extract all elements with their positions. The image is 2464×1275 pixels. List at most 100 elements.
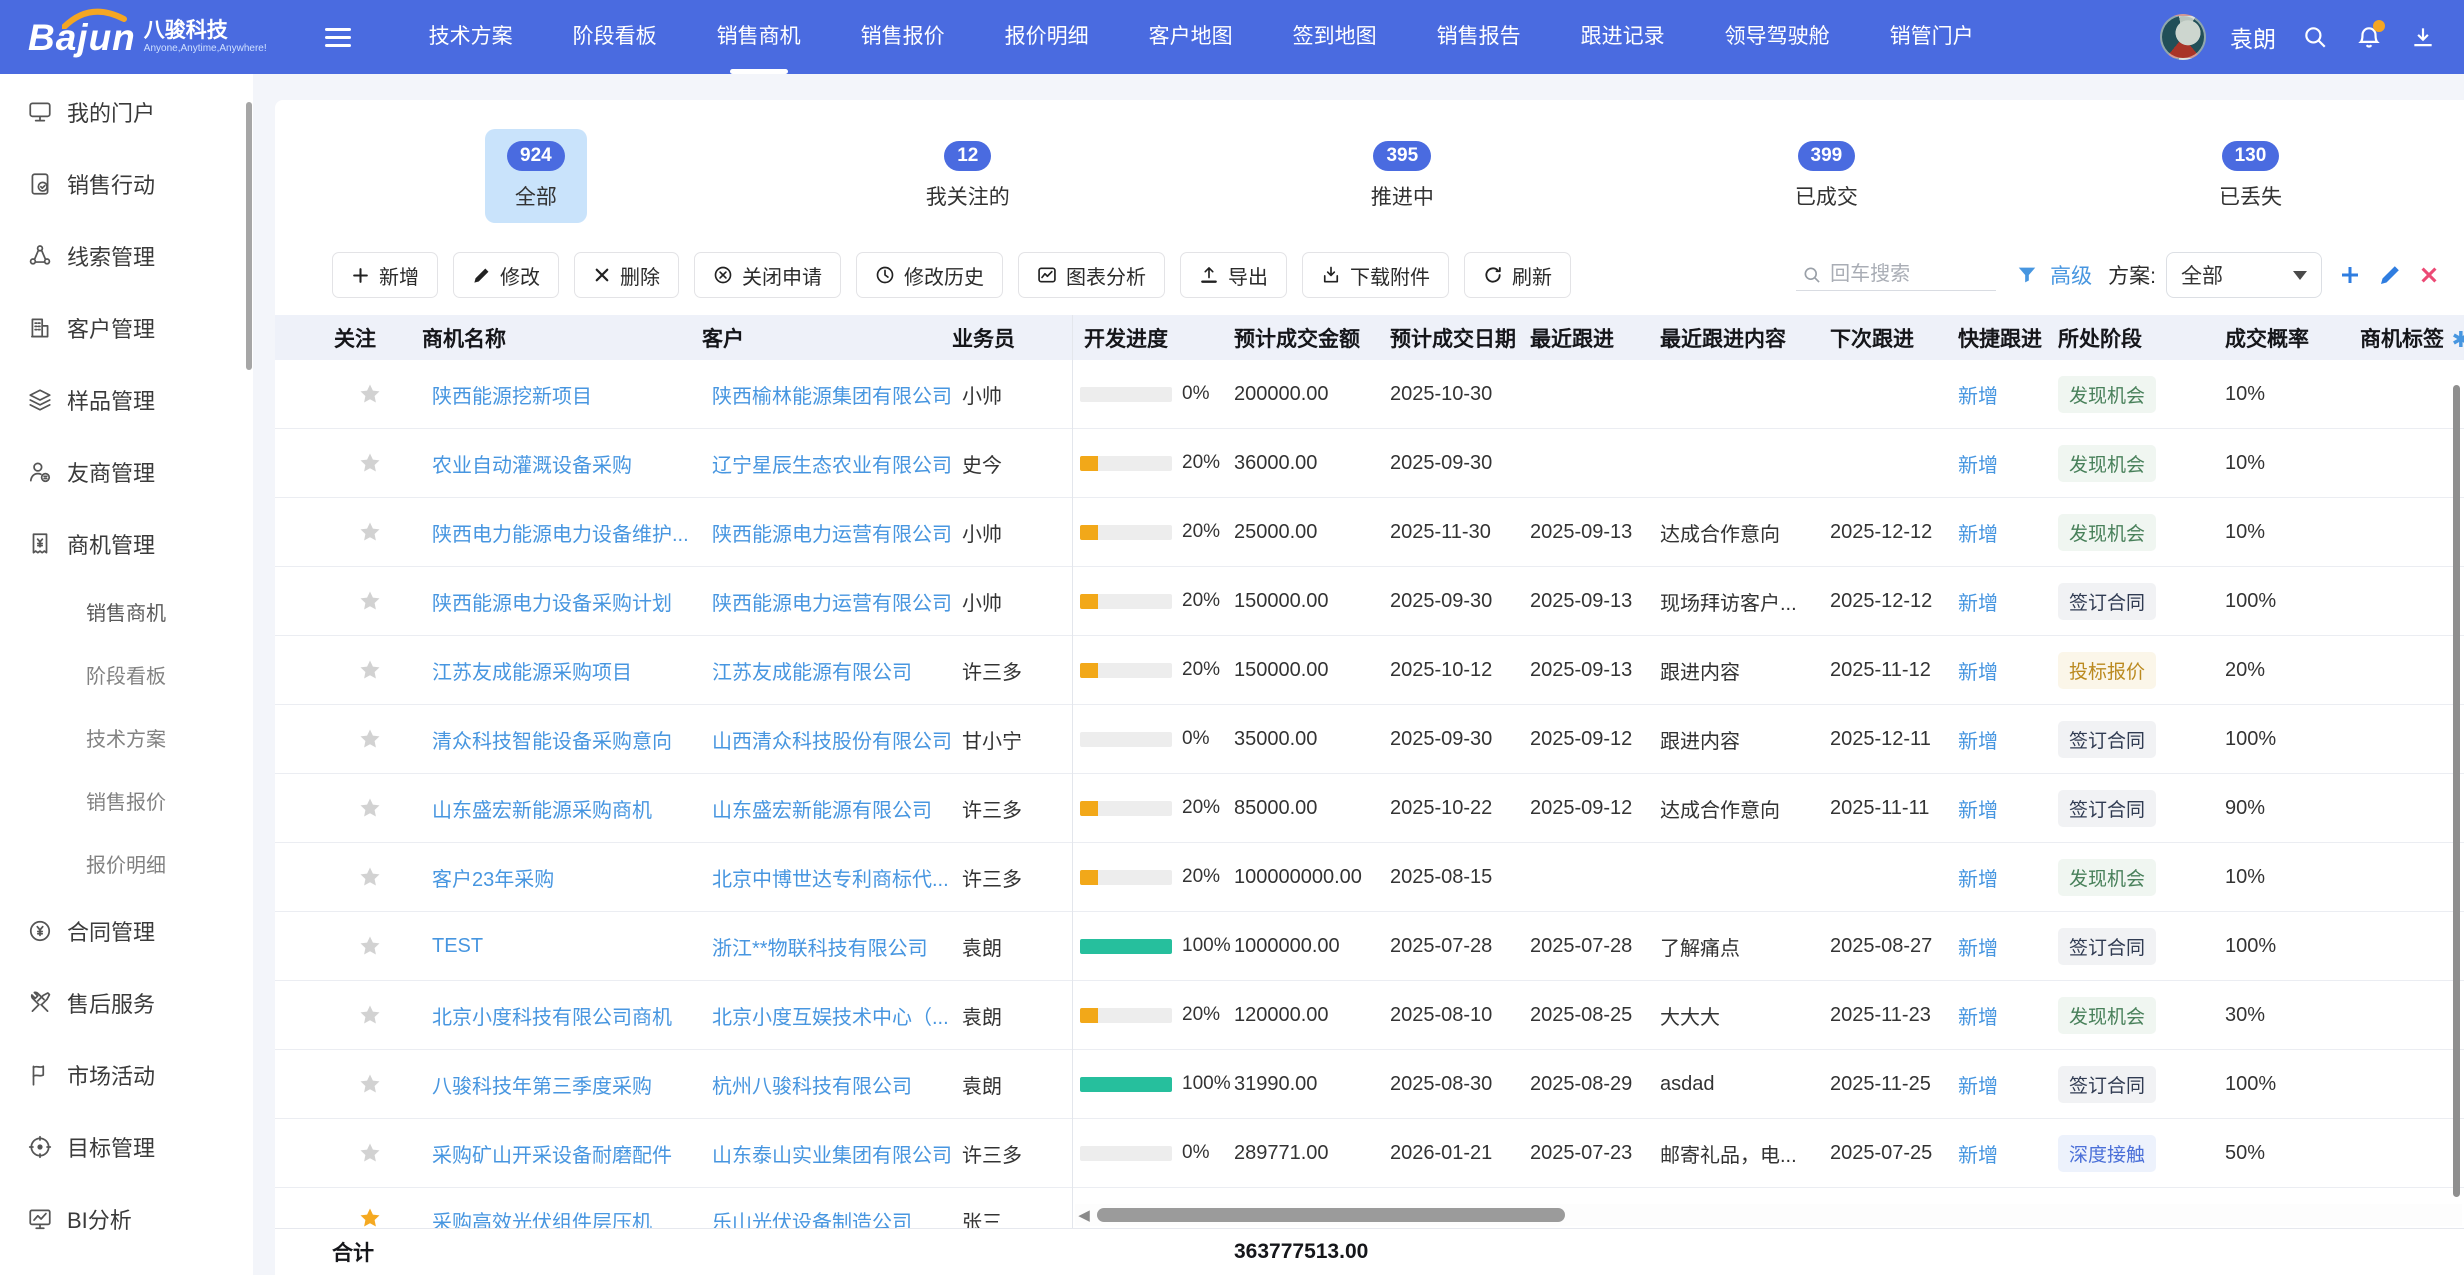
sidebar-subitem[interactable]: 销售商机 — [0, 580, 253, 643]
column-header[interactable]: 业务员 — [950, 323, 1072, 353]
opportunity-name-link[interactable]: 八骏科技年第三季度采购 — [420, 1070, 700, 1099]
nav-tab[interactable]: 技术方案 — [399, 0, 543, 74]
sidebar-item[interactable]: 线索管理 — [0, 220, 253, 292]
quick-follow-add-link[interactable]: 新增 — [1946, 1001, 2046, 1030]
customer-link[interactable]: 浙江**物联科技有限公司 — [700, 932, 950, 961]
star-toggle[interactable] — [332, 451, 420, 475]
notification-bell-icon[interactable] — [2354, 22, 2384, 52]
quick-follow-add-link[interactable]: 新增 — [1946, 1070, 2046, 1099]
sidebar-item[interactable]: 销售行动 — [0, 148, 253, 220]
customer-link[interactable]: 乐山光伏设备制造公司 — [700, 1206, 950, 1228]
opportunity-name-link[interactable]: 北京小度科技有限公司商机 — [420, 1001, 700, 1030]
table-row[interactable]: TEST 浙江**物联科技有限公司 袁朗 100% 1000000.00 202… — [275, 912, 2464, 981]
opportunity-name-link[interactable]: 农业自动灌溉设备采购 — [420, 449, 700, 478]
add-scheme-button[interactable] — [2338, 263, 2362, 287]
column-header[interactable]: 成交概率 — [2213, 323, 2348, 353]
customer-link[interactable]: 辽宁星辰生态农业有限公司 — [700, 449, 950, 478]
table-row[interactable]: 陕西电力能源电力设备维护... 陕西能源电力运营有限公司 小帅 20% 2500… — [275, 498, 2464, 567]
column-header[interactable]: 最近跟进 — [1518, 323, 1648, 353]
table-row[interactable]: 山东盛宏新能源采购商机 山东盛宏新能源有限公司 许三多 20% 85000.00… — [275, 774, 2464, 843]
opportunity-name-link[interactable]: 客户23年采购 — [420, 863, 700, 892]
nav-tab[interactable]: 客户地图 — [1119, 0, 1263, 74]
opportunity-name-link[interactable]: 陕西能源挖新项目 — [420, 380, 700, 409]
column-header[interactable]: 所处阶段 — [2046, 323, 2213, 353]
column-header[interactable]: 开发进度 — [1072, 323, 1222, 353]
star-toggle[interactable] — [332, 589, 420, 613]
sidebar-item[interactable]: 商机管理 — [0, 508, 253, 580]
quick-follow-add-link[interactable]: 新增 — [1946, 449, 2046, 478]
opportunity-name-link[interactable]: 山东盛宏新能源采购商机 — [420, 794, 700, 823]
sidebar-scrollbar[interactable] — [246, 102, 252, 370]
stat-filter-card[interactable]: 12 我关注的 — [904, 129, 1032, 223]
nav-tab[interactable]: 领导驾驶舱 — [1695, 0, 1860, 74]
sidebar-item[interactable]: 目标管理 — [0, 1111, 253, 1183]
column-settings-icon[interactable]: ✱ — [2452, 327, 2464, 353]
star-toggle[interactable] — [332, 1003, 420, 1027]
sidebar-subitem[interactable]: 报价明细 — [0, 832, 253, 895]
username[interactable]: 袁朗 — [2230, 20, 2276, 54]
customer-link[interactable]: 北京小度互娱技术中心（... — [700, 1001, 950, 1030]
opportunity-name-link[interactable]: 采购矿山开采设备耐磨配件 — [420, 1139, 700, 1168]
stat-filter-card[interactable]: 399 已成交 — [1773, 129, 1880, 223]
customer-link[interactable]: 北京中博世达专利商标代... — [700, 863, 950, 892]
horizontal-scrollbar-thumb[interactable] — [1097, 1208, 1565, 1222]
customer-link[interactable]: 陕西能源电力运营有限公司 — [700, 587, 950, 616]
opportunity-name-link[interactable]: 采购高效光伏组件层压机 — [420, 1206, 700, 1228]
star-toggle[interactable] — [332, 934, 420, 958]
scheme-select[interactable]: 全部 — [2166, 252, 2322, 298]
quick-follow-add-link[interactable]: 新增 — [1946, 380, 2046, 409]
quick-follow-add-link[interactable]: 新增 — [1946, 1139, 2046, 1168]
filter-funnel-icon[interactable] — [2016, 264, 2038, 286]
nav-tab[interactable]: 销售报价 — [831, 0, 975, 74]
toolbar-button[interactable]: 图表分析 — [1018, 252, 1165, 298]
customer-link[interactable]: 山西清众科技股份有限公司 — [700, 725, 950, 754]
toolbar-button[interactable]: 下载附件 — [1302, 252, 1449, 298]
nav-tab[interactable]: 报价明细 — [975, 0, 1119, 74]
table-row[interactable]: 清众科技智能设备采购意向 山西清众科技股份有限公司 甘小宁 0% 35000.0… — [275, 705, 2464, 774]
column-header[interactable]: 最近跟进内容 — [1648, 323, 1818, 353]
opportunity-name-link[interactable]: 江苏友成能源采购项目 — [420, 656, 700, 685]
customer-link[interactable]: 杭州八骏科技有限公司 — [700, 1070, 950, 1099]
quick-follow-add-link[interactable]: 新增 — [1946, 656, 2046, 685]
sidebar-item[interactable]: 合同管理 — [0, 895, 253, 967]
sidebar-item[interactable]: 市场活动 — [0, 1039, 253, 1111]
column-header[interactable]: 客户 — [700, 323, 950, 353]
opportunity-name-link[interactable]: 清众科技智能设备采购意向 — [420, 725, 700, 754]
nav-tab[interactable]: 签到地图 — [1263, 0, 1407, 74]
column-header[interactable]: 预计成交金额 — [1222, 323, 1378, 353]
table-row[interactable]: 江苏友成能源采购项目 江苏友成能源有限公司 许三多 20% 150000.00 … — [275, 636, 2464, 705]
column-header[interactable]: 商机标签 — [2348, 323, 2464, 353]
quick-follow-add-link[interactable]: 新增 — [1946, 863, 2046, 892]
column-header[interactable]: 商机名称 — [420, 323, 700, 353]
toolbar-button[interactable]: 关闭申请 — [694, 252, 841, 298]
sidebar-subitem[interactable]: 销售报价 — [0, 769, 253, 832]
quick-follow-add-link[interactable]: 新增 — [1946, 932, 2046, 961]
sidebar-item[interactable]: BI分析 — [0, 1183, 253, 1255]
search-input[interactable] — [1830, 263, 1990, 286]
customer-link[interactable]: 山东盛宏新能源有限公司 — [700, 794, 950, 823]
avatar[interactable] — [2160, 14, 2206, 60]
star-toggle[interactable] — [332, 1206, 420, 1228]
star-toggle[interactable] — [332, 1141, 420, 1165]
sidebar-item[interactable]: 我的门户 — [0, 76, 253, 148]
quick-follow-add-link[interactable]: 新增 — [1946, 725, 2046, 754]
stat-filter-card[interactable]: 130 已丢失 — [2197, 129, 2304, 223]
opportunity-name-link[interactable]: 陕西电力能源电力设备维护... — [420, 518, 700, 547]
nav-tab[interactable]: 跟进记录 — [1551, 0, 1695, 74]
download-icon[interactable] — [2408, 22, 2438, 52]
table-row[interactable]: 北京小度科技有限公司商机 北京小度互娱技术中心（... 袁朗 20% 12000… — [275, 981, 2464, 1050]
toolbar-button[interactable]: 导出 — [1180, 252, 1287, 298]
sidebar-item[interactable]: 售后服务 — [0, 967, 253, 1039]
sidebar-item[interactable]: 样品管理 — [0, 364, 253, 436]
star-toggle[interactable] — [332, 382, 420, 406]
quick-follow-add-link[interactable]: 新增 — [1946, 587, 2046, 616]
customer-link[interactable]: 陕西榆林能源集团有限公司 — [700, 380, 950, 409]
opportunity-name-link[interactable]: 陕西能源电力设备采购计划 — [420, 587, 700, 616]
stat-filter-card[interactable]: 924 全部 — [485, 129, 587, 223]
table-row[interactable]: 采购矿山开采设备耐磨配件 山东泰山实业集团有限公司 许三多 0% 289771.… — [275, 1119, 2464, 1188]
star-toggle[interactable] — [332, 520, 420, 544]
opportunity-name-link[interactable]: TEST — [420, 935, 700, 958]
table-row[interactable]: 八骏科技年第三季度采购 杭州八骏科技有限公司 袁朗 100% 31990.00 … — [275, 1050, 2464, 1119]
stat-filter-card[interactable]: 395 推进中 — [1349, 129, 1456, 223]
toolbar-button[interactable]: 修改 — [453, 252, 559, 298]
